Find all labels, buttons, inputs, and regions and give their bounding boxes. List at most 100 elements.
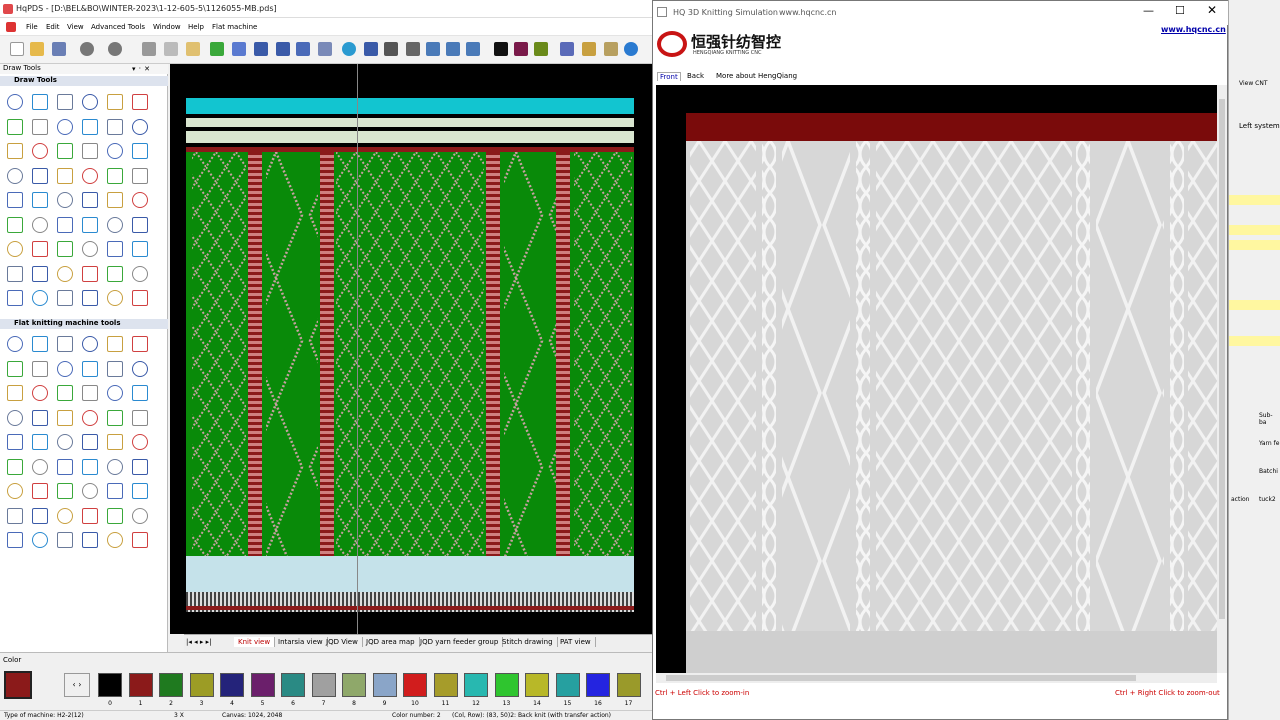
tab-intarsia-view[interactable]: Intarsia view [274,637,328,647]
tool-icon[interactable] [82,241,98,257]
color-swatch[interactable] [372,673,397,697]
tool-icon[interactable] [132,143,148,159]
tool-icon[interactable] [132,216,148,233]
tool-icon[interactable] [32,385,48,401]
tool-icon[interactable] [132,483,148,499]
save-icon[interactable] [52,42,66,56]
tab-stitch-drawing[interactable]: Stitch drawing [498,637,558,647]
tool-icon[interactable] [107,241,123,257]
tab-more-about[interactable]: More about HengQiang [716,72,797,80]
tool-icon[interactable] [132,385,148,401]
tool-icon[interactable] [107,336,123,352]
monitor-icon[interactable] [446,42,460,56]
tool-icon[interactable] [107,216,123,233]
open-folder-icon[interactable] [30,42,44,56]
tool-icon[interactable] [7,434,23,450]
yarn-icon[interactable] [582,42,596,56]
menu-view[interactable]: View [67,23,84,31]
tool-icon[interactable] [32,507,48,524]
color-swatch[interactable] [494,673,519,697]
color-swatch[interactable] [281,673,305,697]
tool-icon[interactable] [107,458,123,475]
tool-icon[interactable] [82,336,98,352]
tool-icon[interactable] [132,265,148,282]
color-swap-icon[interactable] [494,42,508,56]
color-merge-icon[interactable] [514,42,528,56]
tool-icon[interactable] [107,409,123,426]
tool-icon[interactable] [32,483,48,499]
tool-icon[interactable] [132,192,148,208]
tool-icon[interactable] [107,265,123,282]
tab-front[interactable]: Front [657,72,681,81]
color-swatch[interactable] [189,673,214,697]
tool-icon[interactable] [82,143,98,159]
tool-icon[interactable] [107,192,123,208]
tool-icon[interactable] [32,434,48,450]
tool-icon[interactable] [7,290,23,306]
close-button[interactable]: ✕ [1207,3,1217,17]
tool-icon[interactable] [82,434,98,450]
tab-nav-arrows[interactable]: |◂ ◂ ▸ ▸| [186,638,211,646]
arc-icon[interactable] [296,42,310,56]
tool-icon[interactable] [7,532,23,548]
tool-icon[interactable] [7,94,23,110]
rectangle-tool-icon[interactable] [318,42,332,56]
design-canvas[interactable] [170,64,652,634]
tool-icon[interactable] [32,94,48,110]
color-swatch[interactable] [586,673,610,697]
machine-icon[interactable] [426,42,440,56]
tool-icon[interactable] [82,192,98,208]
color-swatch[interactable] [403,673,427,697]
color-swatch[interactable] [311,673,336,697]
tab-knit-view[interactable]: Knit view [234,637,276,647]
tool-icon[interactable] [57,192,73,208]
tool-icon[interactable] [32,241,48,257]
tool-icon[interactable] [7,385,23,401]
tool-icon[interactable] [132,167,148,184]
swatch-scroll-arrows[interactable]: ‹ › [64,673,90,697]
copy-icon[interactable] [164,42,178,56]
minimize-button[interactable]: — [1143,4,1154,17]
tool-icon[interactable] [82,385,98,401]
tool-icon[interactable] [82,458,98,475]
tool-icon[interactable] [32,143,48,159]
tool-icon[interactable] [57,167,73,184]
tool-icon[interactable] [132,94,148,110]
tab-back[interactable]: Back [687,72,704,80]
tab-pat-view[interactable]: PAT view [556,637,596,647]
tool-icon[interactable] [82,507,98,524]
tool-icon[interactable] [82,94,98,110]
sim-horizontal-scrollbar[interactable] [656,673,1217,683]
tool-icon[interactable] [7,167,23,184]
tool-icon[interactable] [57,216,73,233]
cut-icon[interactable] [142,42,156,56]
menu-file[interactable]: File [26,23,38,31]
menu-flat-machine[interactable]: Flat machine [212,23,257,31]
tool-icon[interactable] [82,483,98,499]
tool-icon[interactable] [132,290,148,306]
tool-icon[interactable] [7,336,23,352]
tools-icon[interactable] [604,42,618,56]
tool-icon[interactable] [7,241,23,257]
brush-icon[interactable] [364,42,378,56]
tool-icon[interactable] [57,483,73,499]
tool-icon[interactable] [132,241,148,257]
color-swatch[interactable] [128,673,153,697]
redo-icon[interactable] [108,42,122,56]
sim-vertical-scrollbar[interactable] [1217,85,1227,673]
color-fill-icon[interactable] [534,42,548,56]
tool-icon[interactable] [132,434,148,450]
tool-icon[interactable] [7,143,23,159]
menu-edit[interactable]: Edit [46,23,60,31]
tab-jqd-yarn-feeder[interactable]: JQD yarn feeder group [416,637,504,647]
tool-icon[interactable] [107,385,123,401]
tool-icon[interactable] [57,434,73,450]
current-color-swatch[interactable] [4,671,32,699]
tool-icon[interactable] [32,118,48,135]
tool-icon[interactable] [82,216,98,233]
move-area-icon[interactable] [276,42,290,56]
tool-icon[interactable] [32,409,48,426]
tool-icon[interactable] [57,532,73,548]
tool-icon[interactable] [7,360,23,377]
tool-icon[interactable] [32,167,48,184]
